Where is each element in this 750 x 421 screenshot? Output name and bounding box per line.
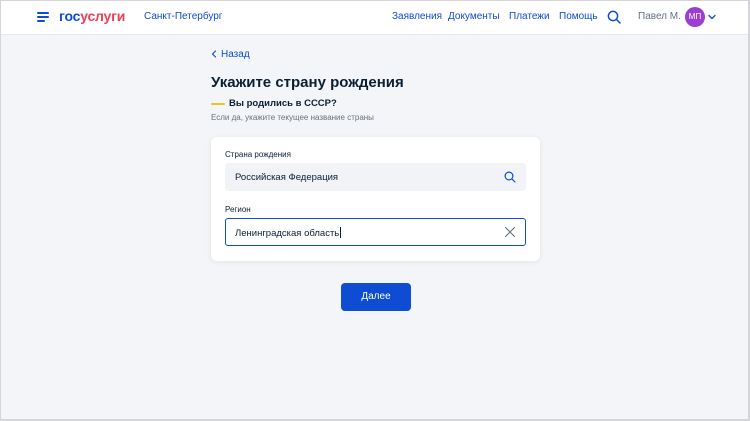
text-caret [340, 227, 342, 238]
nav-payments[interactable]: Платежи [509, 11, 550, 22]
clear-icon[interactable] [504, 226, 516, 238]
country-input[interactable]: Российская Федерация [225, 163, 526, 191]
country-value: Российская Федерация [235, 172, 339, 183]
region-label: Регион [225, 205, 251, 214]
next-button[interactable]: Далее [341, 283, 411, 311]
birth-country-form: Страна рождения Российская Федерация Рег… [211, 137, 540, 261]
gosuslugi-logo[interactable]: госуслуги [59, 8, 125, 24]
nav-applications[interactable]: Заявления [392, 11, 442, 22]
chevron-down-icon[interactable] [708, 13, 716, 21]
page-title: Укажите страну рождения [211, 74, 404, 91]
region-value: Ленинградская область [235, 228, 340, 239]
avatar[interactable]: МП [685, 7, 705, 27]
logo-text-uslugi: услуги [80, 8, 126, 24]
back-link[interactable]: Назад [211, 49, 250, 60]
city-selector[interactable]: Санкт-Петербург [144, 11, 222, 22]
chevron-left-icon [211, 50, 217, 58]
browser-viewport: госуслуги Санкт-Петербург Заявления Доку… [1, 1, 748, 419]
user-name[interactable]: Павел М. [638, 11, 681, 22]
nav-documents[interactable]: Документы [448, 11, 500, 22]
search-icon[interactable] [607, 10, 621, 24]
back-link-label: Назад [221, 49, 250, 60]
region-value-wrap: Ленинградская область [235, 227, 342, 239]
region-input[interactable]: Ленинградская область [225, 218, 526, 246]
question-marker [211, 103, 225, 105]
menu-icon[interactable] [37, 12, 49, 22]
logo-text-gos: гос [59, 8, 81, 24]
top-header: госуслуги Санкт-Петербург Заявления Доку… [1, 1, 748, 35]
question-text: Вы родились в СССР? [229, 98, 337, 109]
nav-help[interactable]: Помощь [559, 11, 598, 22]
question-hint: Если да, укажите текущее название страны [211, 113, 374, 122]
country-label: Страна рождения [225, 150, 291, 159]
search-icon[interactable] [504, 171, 516, 183]
